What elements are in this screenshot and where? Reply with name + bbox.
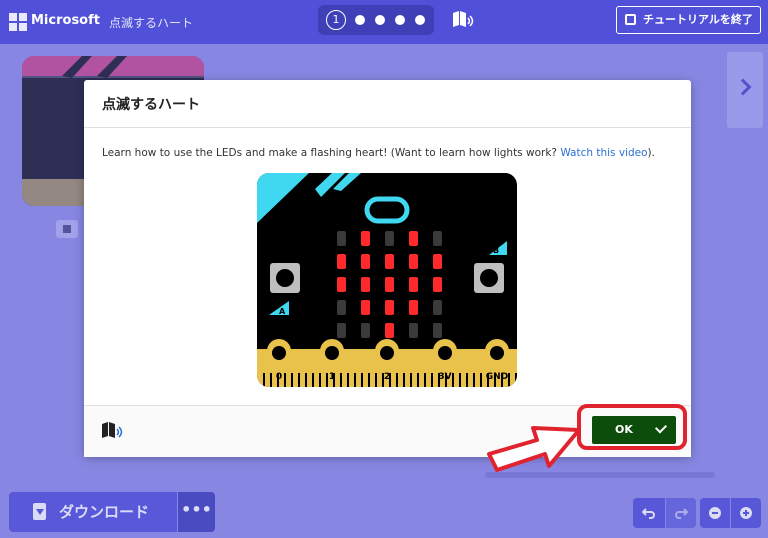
connector-tooth — [375, 373, 377, 387]
connector-tooth — [459, 373, 461, 387]
pin-label: 0 — [276, 372, 282, 382]
led-on[interactable] — [361, 277, 370, 292]
step-3-dot[interactable] — [375, 15, 385, 25]
immersive-reader-icon[interactable] — [101, 421, 123, 441]
pin-label: 1 — [329, 372, 335, 382]
pin-label: 2 — [384, 372, 390, 382]
led-on[interactable] — [385, 323, 394, 338]
exit-icon — [625, 14, 636, 25]
button-b-label: B — [493, 246, 499, 255]
connector-tooth — [361, 373, 363, 387]
led-on[interactable] — [361, 254, 370, 269]
immersive-reader-icon[interactable] — [452, 10, 474, 30]
led-on[interactable] — [409, 254, 418, 269]
connector-tooth — [480, 373, 482, 387]
exit-tutorial-button[interactable]: チュートリアルを終了 — [616, 6, 761, 34]
dialog-title: 点滅するハート — [102, 97, 200, 113]
connector-tooth — [263, 373, 265, 387]
exit-tutorial-label: チュートリアルを終了 — [643, 13, 753, 26]
pin-gnd[interactable]: GND — [485, 339, 509, 382]
led-on[interactable] — [409, 231, 418, 246]
connector-tooth — [417, 373, 419, 387]
led-off[interactable] — [361, 323, 370, 338]
button-a[interactable] — [270, 263, 300, 293]
watch-video-link[interactable]: Watch this video — [560, 147, 647, 159]
led-off[interactable] — [433, 300, 442, 315]
tutorial-step-indicator: 1 — [318, 5, 434, 35]
connector-tooth — [298, 373, 300, 387]
led-on[interactable] — [433, 254, 442, 269]
checkmark-icon — [654, 421, 668, 434]
connector-tooth — [473, 373, 475, 387]
led-on[interactable] — [409, 277, 418, 292]
connector-tooth — [403, 373, 405, 387]
led-off[interactable] — [433, 323, 442, 338]
step-4-dot[interactable] — [395, 15, 405, 25]
step-2-dot[interactable] — [355, 15, 365, 25]
connector-tooth — [354, 373, 356, 387]
connector-tooth — [424, 373, 426, 387]
connector-tooth — [396, 373, 398, 387]
ok-button[interactable]: OK — [592, 416, 676, 444]
top-bar: Microsoft 点滅するハート 1 チュートリアルを終了 — [0, 0, 768, 44]
description-text: Learn how to use the LEDs and make a fla… — [102, 147, 561, 159]
led-on[interactable] — [385, 254, 394, 269]
connector-tooth — [431, 373, 433, 387]
connector-tooth — [508, 373, 510, 387]
led-on[interactable] — [361, 300, 370, 315]
step-1-current[interactable]: 1 — [326, 10, 346, 30]
led-on[interactable] — [409, 300, 418, 315]
connector-tooth — [466, 373, 468, 387]
led-on[interactable] — [337, 254, 346, 269]
project-title: 点滅するハート — [109, 16, 194, 30]
connector-tooth — [410, 373, 412, 387]
connector-tooth — [368, 373, 370, 387]
connector-tooth — [347, 373, 349, 387]
brand-label: Microsoft — [31, 13, 100, 28]
pin-label: GND — [486, 372, 508, 382]
connector-tooth — [340, 373, 342, 387]
dialog-description: Learn how to use the LEDs and make a fla… — [102, 147, 655, 159]
connector-tooth — [291, 373, 293, 387]
led-on[interactable] — [337, 277, 346, 292]
connector-tooth — [270, 373, 272, 387]
led-off[interactable] — [409, 323, 418, 338]
connector-tooth — [326, 373, 328, 387]
led-off[interactable] — [433, 231, 442, 246]
led-on[interactable] — [385, 300, 394, 315]
connector-tooth — [319, 373, 321, 387]
connector-tooth — [452, 373, 454, 387]
description-text-end: ). — [647, 147, 655, 159]
led-on[interactable] — [433, 277, 442, 292]
step-5-dot[interactable] — [415, 15, 425, 25]
led-on[interactable] — [385, 277, 394, 292]
led-off[interactable] — [337, 231, 346, 246]
connector-tooth — [305, 373, 307, 387]
connector-tooth — [284, 373, 286, 387]
microbit-board-image: A B 0 1 2 3V GND — [257, 173, 517, 387]
button-b[interactable] — [474, 263, 504, 293]
led-off[interactable] — [385, 231, 394, 246]
led-on[interactable] — [361, 231, 370, 246]
button-a-label: A — [279, 307, 286, 316]
tutorial-dialog: 点滅するハート Learn how to use the LEDs and ma… — [84, 80, 691, 457]
pin-label: 3V — [438, 372, 451, 382]
led-off[interactable] — [337, 323, 346, 338]
microsoft-logo-icon — [9, 13, 27, 31]
connector-tooth — [312, 373, 314, 387]
ok-label: OK — [615, 423, 633, 436]
connector-tooth — [515, 373, 517, 387]
dialog-header: 点滅するハート — [84, 80, 691, 128]
led-off[interactable] — [337, 300, 346, 315]
red-arrow-pointer-icon — [487, 426, 581, 472]
